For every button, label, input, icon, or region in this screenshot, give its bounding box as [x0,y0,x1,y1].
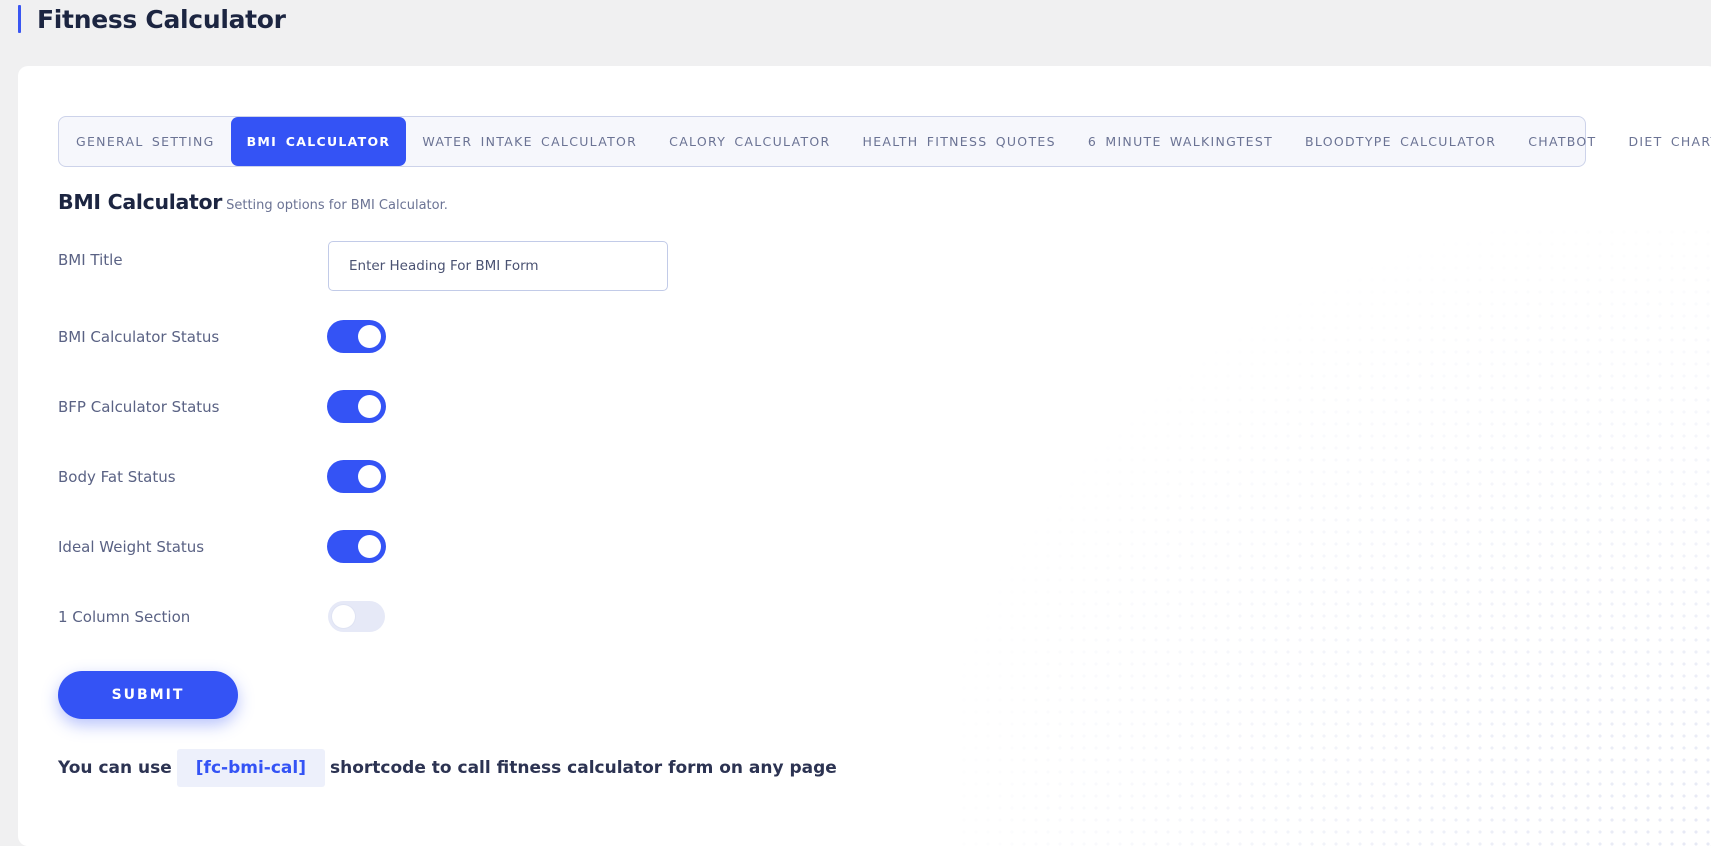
tab-bloodtype-calculator[interactable]: BLOODTYPE CALCULATOR [1289,117,1512,166]
shortcode-prefix: You can use [58,758,172,778]
bfp-calculator-status-toggle[interactable] [328,391,385,422]
submit-button[interactable]: SUBMIT [58,671,238,719]
tab-calory-calculator[interactable]: CALORY CALCULATOR [653,117,846,166]
tab-bmi-calculator[interactable]: BMI CALCULATOR [231,117,407,166]
toggle-label: BFP Calculator Status [58,398,328,416]
dot-pattern-decoration [958,226,1711,846]
shortcode-suffix: shortcode to call fitness calculator for… [330,758,837,778]
toggle-label: Ideal Weight Status [58,538,328,556]
section-heading: BMI Calculator Setting options for BMI C… [58,190,448,214]
toggle-row: Body Fat Status [58,461,385,492]
toggle-row: BMI Calculator Status [58,321,385,352]
section-subtitle: Setting options for BMI Calculator. [226,198,448,213]
toggle-knob [358,535,381,558]
body-fat-status-toggle[interactable] [328,461,385,492]
ideal-weight-status-toggle[interactable] [328,531,385,562]
toggle-label: BMI Calculator Status [58,328,328,346]
bmi-title-input[interactable] [328,241,668,291]
shortcode-info: You can use [fc-bmi-cal] shortcode to ca… [58,749,837,787]
page-header: Fitness Calculator [18,5,286,33]
tab-water-intake-calculator[interactable]: WATER INTAKE CALCULATOR [406,117,653,166]
bmi-title-label: BMI Title [58,241,328,269]
toggle-knob [332,605,355,628]
shortcode-badge: [fc-bmi-cal] [177,749,325,787]
toggle-label: 1 Column Section [58,608,328,626]
section-title: BMI Calculator [58,190,222,214]
toggle-row: BFP Calculator Status [58,391,385,422]
tab-bar: GENERAL SETTING BMI CALCULATOR WATER INT… [58,116,1586,167]
header-accent-bar [18,5,21,33]
one-column-section-toggle[interactable] [328,601,385,632]
settings-card: GENERAL SETTING BMI CALCULATOR WATER INT… [18,66,1711,846]
toggle-row: Ideal Weight Status [58,531,385,562]
tab-chatbot[interactable]: CHATBOT [1512,117,1612,166]
tab-general-setting[interactable]: GENERAL SETTING [60,117,231,166]
toggle-knob [358,465,381,488]
page-title: Fitness Calculator [37,5,286,34]
toggle-knob [358,325,381,348]
bmi-title-row: BMI Title [58,241,668,291]
toggle-knob [358,395,381,418]
toggle-label: Body Fat Status [58,468,328,486]
tab-6-minute-walkingtest[interactable]: 6 MINUTE WALKINGTEST [1072,117,1289,166]
toggle-row: 1 Column Section [58,601,385,632]
bmi-calculator-status-toggle[interactable] [328,321,385,352]
tab-diet-chart[interactable]: DIET CHART [1613,117,1711,166]
tab-health-fitness-quotes[interactable]: HEALTH FITNESS QUOTES [847,117,1072,166]
